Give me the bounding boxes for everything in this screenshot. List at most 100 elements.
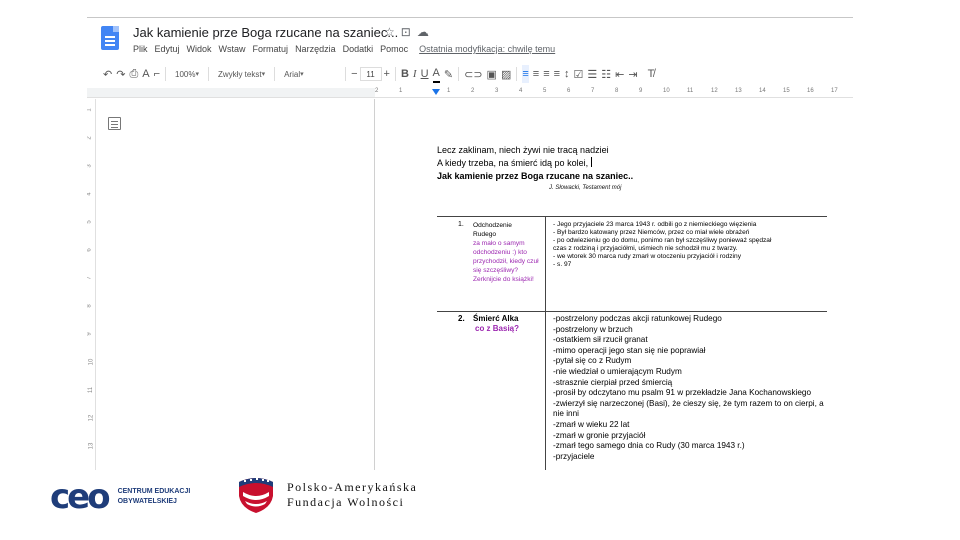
bold-icon[interactable]: B <box>401 65 409 83</box>
horizontal-ruler[interactable]: 2 1 1 2 3 4 5 6 7 8 9 10 11 12 13 14 15 16 17 <box>87 88 853 98</box>
ruler-number: 9 <box>639 88 643 94</box>
row1-number: 1. <box>458 221 464 228</box>
ruler-number: 13 <box>735 88 742 94</box>
menu-addons[interactable]: Dodatki <box>343 44 374 54</box>
ceo-line-1: CENTRUM EDUKACJI <box>117 488 191 495</box>
italic-icon[interactable]: I <box>413 65 417 83</box>
ruler-number: 12 <box>711 88 718 94</box>
row1-label-line1: Odchodzenie <box>473 222 512 229</box>
vertical-ruler-number: 3 <box>87 164 93 168</box>
vertical-ruler-number: 2 <box>87 136 93 140</box>
vertical-ruler[interactable]: 1 2 3 4 5 6 7 8 9 10 11 12 13 <box>87 99 96 470</box>
pafw-line-2: Fundacja Wolności <box>287 495 405 509</box>
row2-note-line: -zmarł tego samego dnia co Rudy (30 marc… <box>553 441 745 451</box>
highlight-icon[interactable]: ✎ <box>444 65 453 83</box>
row2-number: 2. <box>458 314 465 323</box>
star-icon[interactable]: ☆ <box>384 25 395 39</box>
cloud-status-icon[interactable]: ☁ <box>417 25 429 39</box>
decrease-font-icon[interactable]: − <box>351 65 357 83</box>
text-cursor <box>591 157 593 167</box>
menu-tools[interactable]: Narzędzia <box>295 44 336 54</box>
clear-formatting-icon[interactable]: T̸ <box>648 65 655 83</box>
image-icon[interactable]: ▨ <box>501 65 511 83</box>
ceo-logo-mark: ceo <box>50 477 111 517</box>
row2-note-line: -postrzelony w brzuch <box>553 324 633 334</box>
ceo-logo: ceo CENTRUM EDUKACJI OBYWATELSKIEJ <box>50 480 190 514</box>
align-right-icon[interactable]: ≡ <box>543 65 549 83</box>
menu-help[interactable]: Pomoc <box>380 44 408 54</box>
menu-view[interactable]: Widok <box>187 44 212 54</box>
move-folder-icon[interactable]: ⊡ <box>401 25 411 39</box>
toolbar: ↶ ↷ ⎙ A ⌐ 100% Zwykły tekst Arial − 11 +… <box>87 62 853 86</box>
ruler-number: 7 <box>591 88 595 94</box>
font-select[interactable]: Arial <box>280 65 340 83</box>
pafw-line-1: Polsko-Amerykańska <box>287 480 418 494</box>
table-border-middle <box>437 311 827 312</box>
ruler-number: 2 <box>471 88 475 94</box>
row2-note-line: -zwierzył się narzeczonej (Basi), że cie… <box>553 398 824 419</box>
ruler-number: 17 <box>831 88 838 94</box>
ruler-number: 3 <box>495 88 499 94</box>
document-outline-icon[interactable] <box>108 117 121 130</box>
vertical-ruler-number: 9 <box>87 332 93 336</box>
comment-icon[interactable]: ▣ <box>487 65 497 83</box>
table-column-divider <box>545 216 546 470</box>
spellcheck-icon[interactable]: A <box>142 65 149 83</box>
menu-file[interactable]: Plik <box>133 44 148 54</box>
document-page[interactable]: Lecz zaklinam, niech żywi nie tracą nadz… <box>374 99 853 470</box>
paint-format-icon[interactable]: ⌐ <box>154 65 160 83</box>
increase-indent-icon[interactable]: ⇥ <box>628 65 637 83</box>
docs-logo-icon[interactable] <box>101 26 119 50</box>
ruler-number: 1 <box>447 88 451 94</box>
menu-format[interactable]: Formatuj <box>253 44 289 54</box>
underline-icon[interactable]: U <box>421 65 429 83</box>
table-border-top <box>437 216 827 217</box>
ruler-number: 11 <box>687 88 694 94</box>
row1-label: Odchodzenie Rudego za mało o samym odcho… <box>473 221 543 284</box>
checklist-icon[interactable]: ☑ <box>574 65 584 83</box>
justify-icon[interactable]: ≡ <box>554 65 560 83</box>
decrease-indent-icon[interactable]: ⇤ <box>615 65 624 83</box>
undo-icon[interactable]: ↶ <box>103 65 112 83</box>
ruler-number: 1 <box>399 88 403 94</box>
font-size-input[interactable]: 11 <box>359 67 382 81</box>
row2-note-line: -postrzelony podczas akcji ratunkowej Ru… <box>553 314 722 323</box>
bulleted-list-icon[interactable]: ☰ <box>587 65 597 83</box>
poem-line-1: Lecz zaklinam, niech żywi nie tracą nadz… <box>437 145 609 155</box>
line-spacing-icon[interactable]: ↕ <box>564 65 570 83</box>
row1-note-line: - Był bardzo katowany przez Niemców, prz… <box>553 229 750 236</box>
numbered-list-icon[interactable]: ☷ <box>601 65 611 83</box>
pafw-emblem-icon <box>239 478 273 513</box>
pafw-logo: Polsko-Amerykańska Fundacja Wolności <box>235 476 417 514</box>
row2-note-line: -nie wiedział o umierającym Rudym <box>553 366 682 376</box>
docs-window: Jak kamienie prze Boga rzucane na szanie… <box>87 17 853 470</box>
row2-note-line: -mimo operacji jego stan się nie poprawi… <box>553 345 706 355</box>
align-left-icon[interactable]: ≡ <box>522 65 529 83</box>
zoom-select[interactable]: 100% <box>171 65 203 83</box>
ruler-number: 8 <box>615 88 619 94</box>
link-icon[interactable]: ⊂⊃ <box>464 65 482 83</box>
ruler-number: 5 <box>543 88 547 94</box>
vertical-ruler-number: 7 <box>87 276 93 280</box>
print-icon[interactable]: ⎙ <box>129 65 138 83</box>
last-edit-link[interactable]: Ostatnia modyfikacja: chwilę temu <box>419 44 555 54</box>
style-select[interactable]: Zwykły tekst <box>214 65 269 83</box>
increase-font-icon[interactable]: + <box>384 65 390 83</box>
row2-note-line: -zmarł w wieku 22 lat <box>553 419 630 429</box>
indent-marker-icon[interactable] <box>432 89 440 95</box>
vertical-ruler-number: 10 <box>88 358 95 366</box>
text-color-icon[interactable]: A <box>432 65 440 83</box>
row1-note-line: czas z rodziną i przyjaciółmi, uśmiech n… <box>553 245 738 252</box>
row1-notes: - Jego przyjaciele 23 marca 1943 r. odbi… <box>553 221 833 269</box>
ruler-number: 15 <box>783 88 790 94</box>
menu-edit[interactable]: Edytuj <box>155 44 180 54</box>
menu-bar: Plik Edytuj Widok Wstaw Formatuj Narzędz… <box>133 44 562 54</box>
menu-insert[interactable]: Wstaw <box>219 44 246 54</box>
document-title[interactable]: Jak kamienie prze Boga rzucane na szanie… <box>133 25 398 40</box>
row1-note-line: - we wtorek 30 marca rudy zmarł w otocze… <box>553 253 741 260</box>
redo-icon[interactable]: ↷ <box>116 65 125 83</box>
row2-note-line: -prosił by odczytano mu psalm 91 w przek… <box>553 388 812 398</box>
align-center-icon[interactable]: ≡ <box>533 65 539 83</box>
vertical-ruler-number: 12 <box>88 414 95 422</box>
ruler-number: 6 <box>567 88 571 94</box>
